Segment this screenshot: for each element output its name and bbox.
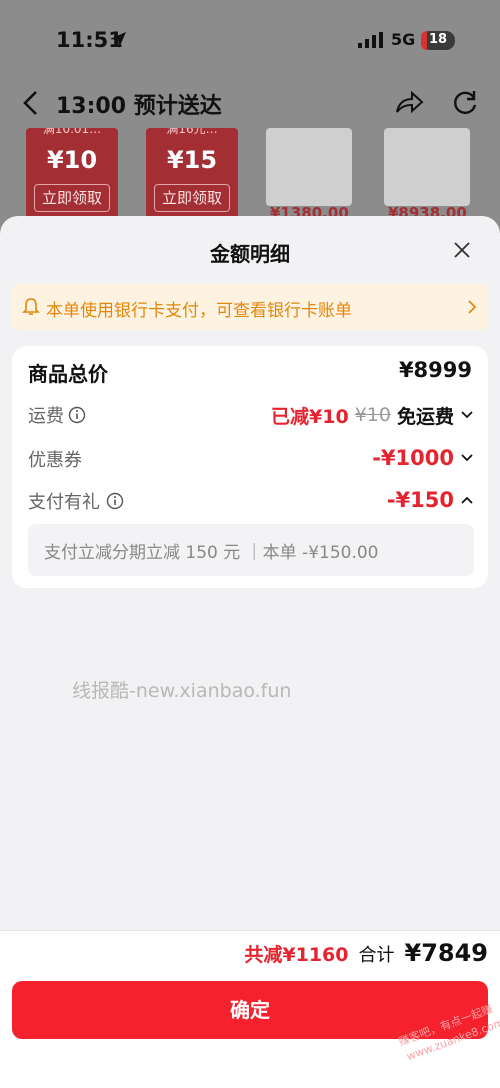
coupon-label: 优惠券 [28,450,82,471]
footer-bar: 共减¥1160 合计 ¥7849 确定 赚客吧，有点一起赚 www.zuanke… [0,930,500,1088]
chevron-down-icon [461,454,473,462]
coupon-card[interactable]: 满10.01… ¥10 立即领取 [26,128,118,218]
coupon-amount: ¥15 [166,146,218,174]
total-saved: 共减¥1160 [244,944,349,966]
product-image[interactable] [384,128,470,206]
location-arrow-icon [110,32,126,48]
chevron-right-icon [468,300,477,314]
payment-gift-discount: -¥150 [386,488,454,512]
coupon-amount: ¥10 [46,146,98,174]
payment-gift-label: 支付有礼 [28,492,100,513]
shipping-row[interactable]: 运费 已减¥10 ¥10 免运费 [12,400,488,430]
info-icon[interactable] [68,406,86,424]
back-icon[interactable] [20,90,42,116]
chevron-up-icon [461,496,473,504]
network-type: 5G [391,30,416,49]
share-icon[interactable] [394,90,424,116]
sheet-title: 金额明细 [210,242,290,266]
total-label: 合计 [358,945,395,966]
payment-gift-detail-text: 支付立减分期立减 150 元 ｜本单 -¥150.00 [44,543,379,563]
battery-level: 18 [429,32,448,47]
amount-detail-sheet: 金额明细 本单使用银行卡支付，可查看银行卡账单 商品总价 ¥8999 运费 已减… [0,216,500,1088]
payment-notice-banner[interactable]: 本单使用银行卡支付，可查看银行卡账单 [12,284,488,330]
close-icon[interactable] [452,240,472,260]
promo-row: 满10.01… ¥10 立即领取 满16元… ¥15 立即领取 ¥1380.00… [0,128,500,228]
shipping-label: 运费 [28,406,64,427]
total-amount: ¥7849 [404,939,489,967]
bell-icon [22,298,40,315]
watermark-text: 线报酷-new.xianbao.fun [72,680,292,702]
signal-icon [358,32,383,48]
coupon-discount: -¥1000 [372,446,454,470]
claim-coupon-button[interactable]: 立即领取 [154,184,230,212]
summary-line: 共减¥1160 合计 ¥7849 [244,939,488,971]
status-bar: 11:51 5G 18 [0,22,500,62]
chevron-down-icon [461,411,473,419]
coupon-card[interactable]: 满16元… ¥15 立即领取 [146,128,238,218]
coupon-condition: 满16元… [166,128,218,136]
info-icon[interactable] [106,492,124,510]
page-title: 13:00 预计送达 [56,94,222,119]
price-breakdown-card: 商品总价 ¥8999 运费 已减¥10 ¥10 免运费 优惠券 -¥1000 支… [12,346,488,588]
refresh-icon[interactable] [450,88,480,118]
shipping-reduced: 已减¥10 [271,405,349,428]
claim-coupon-button[interactable]: 立即领取 [34,184,110,212]
product-image[interactable] [266,128,352,206]
background-page: 11:51 5G 18 13:00 预计送达 满10.01… ¥10 立即领取 … [0,0,500,230]
battery-icon: 18 [421,31,455,50]
payment-gift-row[interactable]: 支付有礼 -¥150 [12,486,488,516]
total-price-label: 商品总价 [28,362,108,386]
notice-text: 本单使用银行卡支付，可查看银行卡账单 [46,301,352,321]
shipping-value: 已减¥10 ¥10 免运费 [271,402,474,428]
coupon-condition: 满10.01… [42,128,102,136]
coupon-row[interactable]: 优惠券 -¥1000 [12,444,488,474]
nav-bar: 13:00 预计送达 [0,80,500,126]
total-price-row: 商品总价 ¥8999 [12,358,488,388]
shipping-free: 免运费 [396,405,454,428]
shipping-original: ¥10 [354,404,391,426]
coupon-value: -¥1000 [372,444,474,472]
payment-gift-detail: 支付立减分期立减 150 元 ｜本单 -¥150.00 [28,524,474,576]
total-price-value: ¥8999 [398,358,472,382]
payment-gift-value: -¥150 [387,486,474,514]
